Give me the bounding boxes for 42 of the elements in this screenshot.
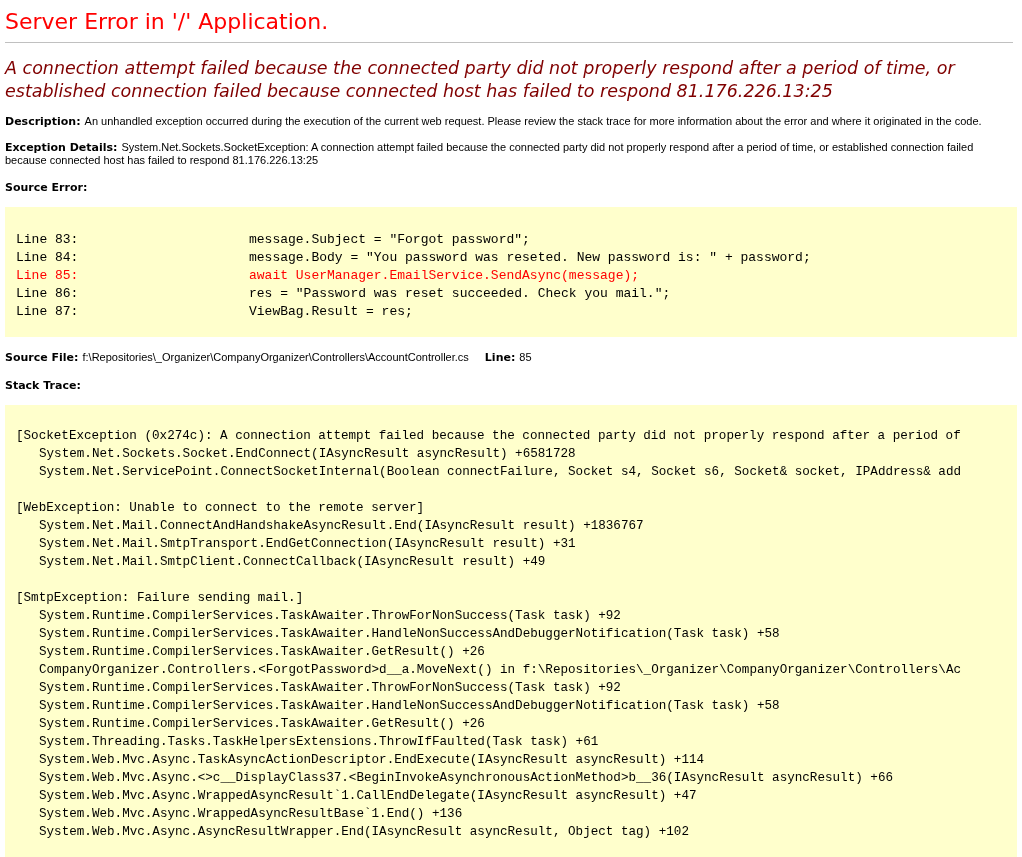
stack-frame: System.Net.Mail.ConnectAndHandshakeAsyncResult.End(IAsyncResult result) +1836767 (16, 516, 644, 535)
line-number: Line 86: (16, 284, 80, 303)
code-line: message.Subject = "Forgot password"; (249, 230, 530, 249)
stack-frame: System.Runtime.CompilerServices.TaskAwaiter.GetResult() +26 (16, 642, 485, 661)
code-line: await UserManager.EmailService.SendAsync(message); (249, 266, 640, 285)
line-number: 85 (519, 349, 532, 365)
code-line: res = "Password was reset succeeded. Check you mail."; (249, 284, 671, 303)
exception-header: [SmtpException: Failure sending mail.] (16, 589, 304, 607)
field-label: Source File: (5, 349, 79, 366)
stack-frame: System.Net.Mail.SmtpTransport.EndGetConnection(IAsyncResult result) +31 (16, 534, 576, 553)
stack-frame: System.Web.Mvc.Async.<>c__DisplayClass37.<BeginInvokeAsynchronousActionMethod>b__36(IAsyncResult asyncResult) +66 (16, 768, 893, 787)
stack-frame: System.Net.Sockets.Socket.EndConnect(IAsyncResult asyncResult) +6581728 (16, 444, 576, 463)
code-line: message.Body = "You password was reseted. New password is: " + password; (249, 248, 811, 267)
stack-frame: System.Runtime.CompilerServices.TaskAwaiter.ThrowForNonSuccess(Task task) +92 (16, 606, 621, 625)
stack-frame: CompanyOrganizer.Controllers.<ForgotPassword>d__a.MoveNext() in f:\Repositories\_Organizer\CompanyOrganizer\Controllers\Ac (16, 660, 961, 679)
stack-frame: System.Web.Mvc.Async.WrappedAsyncResultBase`1.End() +136 (16, 804, 463, 823)
stack-frame: System.Runtime.CompilerServices.TaskAwaiter.GetResult() +26 (16, 714, 485, 733)
section-label: Source Error: (5, 181, 88, 194)
stack-frame: System.Web.Mvc.Async.TaskAsyncActionDescriptor.EndExecute(IAsyncResult asyncResult) +114 (16, 750, 705, 769)
error-message: A connection attempt failed because the connected party did not properly respond after a period of time, or established connection failed because connected host has failed to respond 81.176.226.13:25 (5, 57, 957, 103)
line-number: Line 83: (16, 230, 80, 249)
stack-frame: System.Runtime.CompilerServices.TaskAwaiter.ThrowForNonSuccess(Task task) +92 (16, 678, 621, 697)
exception-details: Exception Details: System.Net.Sockets.SocketException: A connection attempt failed because the connected party did not properly respond after a period of time, or established connection failed because connected host has failed to respond 81.176.226.13:25 (5, 141, 975, 167)
exception-header: [WebException: Unable to connect to the remote server] (16, 499, 425, 517)
stack-frame: System.Web.Mvc.Async.AsyncResultWrapper.End(IAsyncResult asyncResult, Object tag) +102 (16, 822, 689, 841)
line-number: Line 87: (16, 302, 80, 321)
section-label: Stack Trace: (5, 379, 81, 392)
field-text: An unhandled exception occurred during the execution of the current web request. Please review the stack trace for more information about the error and where it originated in the code. (84, 115, 982, 128)
stack-frame: System.Web.Mvc.Async.WrappedAsyncResult`1.CallEndDelegate(IAsyncResult asyncResult) +47 (16, 786, 697, 805)
file-path: f:\Repositories\_Organizer\CompanyOrganizer\Controllers\AccountController.cs (82, 349, 469, 365)
line-number: Line 84: (16, 248, 80, 267)
stack-frame: System.Runtime.CompilerServices.TaskAwaiter.HandleNonSuccessAndDebuggerNotification(Task task) +58 (16, 624, 780, 643)
line-number: Line 85: (16, 266, 80, 285)
stack-frame: System.Net.ServicePoint.ConnectSocketInternal(Boolean connectFailure, Socket s4, Socket s6, Socket& socket, IPAddress& add (16, 462, 961, 481)
field-label: Description: (5, 115, 81, 128)
stack-frame: System.Threading.Tasks.TaskHelpersExtensions.ThrowIfFaulted(Task task) +61 (16, 732, 599, 751)
field-label: Line: (484, 349, 516, 366)
exception-header: [SocketException (0x274c): A connection attempt failed because the connected party did not properly respond after a period of (16, 427, 961, 445)
stack-frame: System.Net.Mail.SmtpClient.ConnectCallback(IAsyncResult result) +49 (16, 552, 546, 571)
code-line: ViewBag.Result = res; (249, 302, 413, 321)
page-title: Server Error in '/' Application. (5, 9, 329, 34)
stack-frame: System.Runtime.CompilerServices.TaskAwaiter.HandleNonSuccessAndDebuggerNotification(Task task) +58 (16, 696, 780, 715)
